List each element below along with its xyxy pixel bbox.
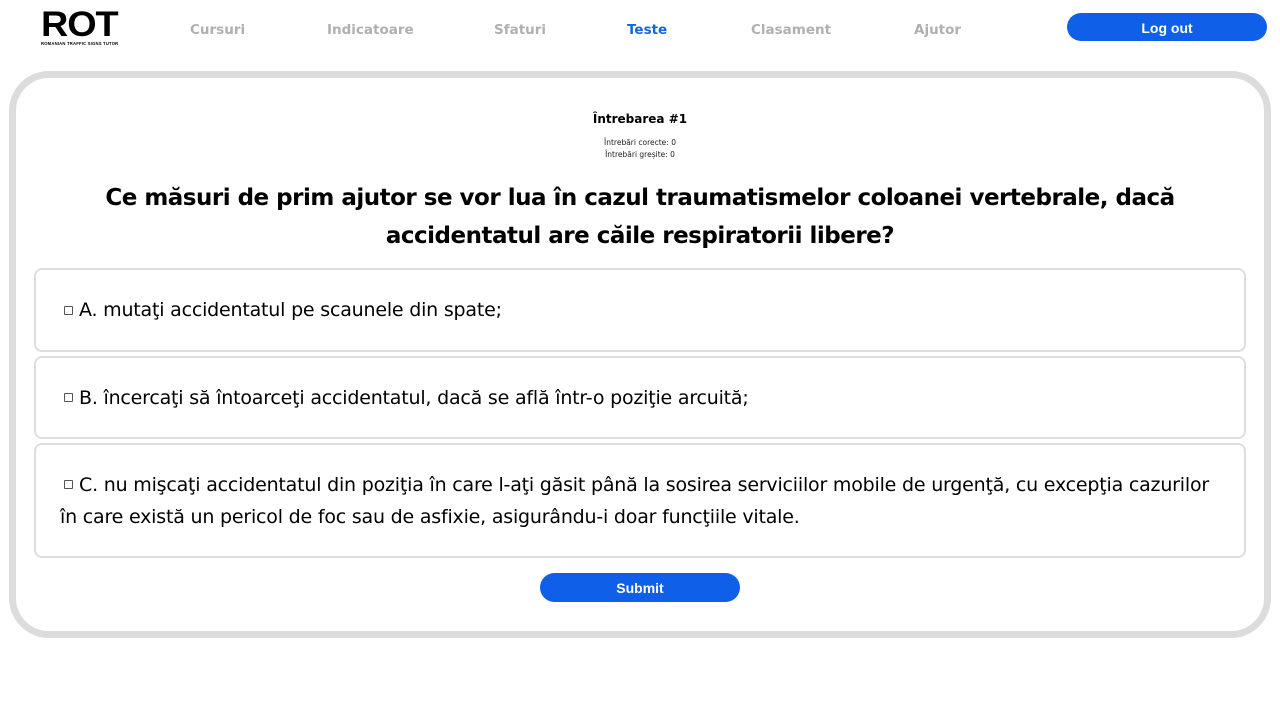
nav-ajutor[interactable]: Ajutor (914, 22, 961, 38)
submit-button[interactable]: Submit (540, 573, 740, 602)
wrong-count: Întrebări greșite: 0 (605, 150, 675, 159)
answer-body: B. încercaţi să întoarceţi accidentatul,… (60, 387, 749, 409)
answer-label-c: C. nu mişcaţi accidentatul din poziţia î… (60, 473, 1209, 528)
answer-option-c[interactable]: C. nu mişcaţi accidentatul din poziţia î… (34, 443, 1246, 558)
answer-label-a: A. mutaţi accidentatul pe scaunele din s… (79, 299, 502, 321)
checkbox-icon[interactable] (64, 305, 73, 315)
answer-body: A. mutaţi accidentatul pe scaunele din s… (60, 299, 502, 321)
correct-count: Întrebări corecte: 0 (604, 138, 676, 147)
question-text: Ce măsuri de prim ajutor se vor lua în c… (105, 185, 1175, 249)
checkbox-icon[interactable] (64, 480, 73, 489)
checkbox-icon[interactable] (64, 393, 73, 402)
nav-clasament[interactable]: Clasament (751, 22, 831, 38)
answer-body: C. nu mişcaţi accidentatul din poziţia î… (60, 469, 1220, 533)
logo-text: ROT (41, 5, 119, 44)
answer-label-b: B. încercaţi să întoarceţi accidentatul,… (79, 386, 749, 409)
nav-indicatoare[interactable]: Indicatoare (327, 22, 414, 38)
nav-sfaturi[interactable]: Sfaturi (494, 22, 546, 38)
quiz-card: Întrebarea #1 Întrebări corecte: 0 Între… (9, 71, 1271, 638)
question-number: Întrebarea #1 (592, 112, 688, 126)
answer-option-b[interactable]: B. încercaţi să întoarceţi accidentatul,… (34, 356, 1246, 439)
nav-teste[interactable]: Teste (627, 22, 667, 38)
rot-logo[interactable]: ROT ROMANIAN TRAFFIC SIGNS TUTOR (41, 7, 133, 48)
nav-cursuri[interactable]: Cursuri (190, 22, 245, 38)
answer-option-a[interactable]: A. mutaţi accidentatul pe scaunele din s… (34, 268, 1246, 352)
logout-button[interactable]: Log out (1067, 13, 1267, 41)
